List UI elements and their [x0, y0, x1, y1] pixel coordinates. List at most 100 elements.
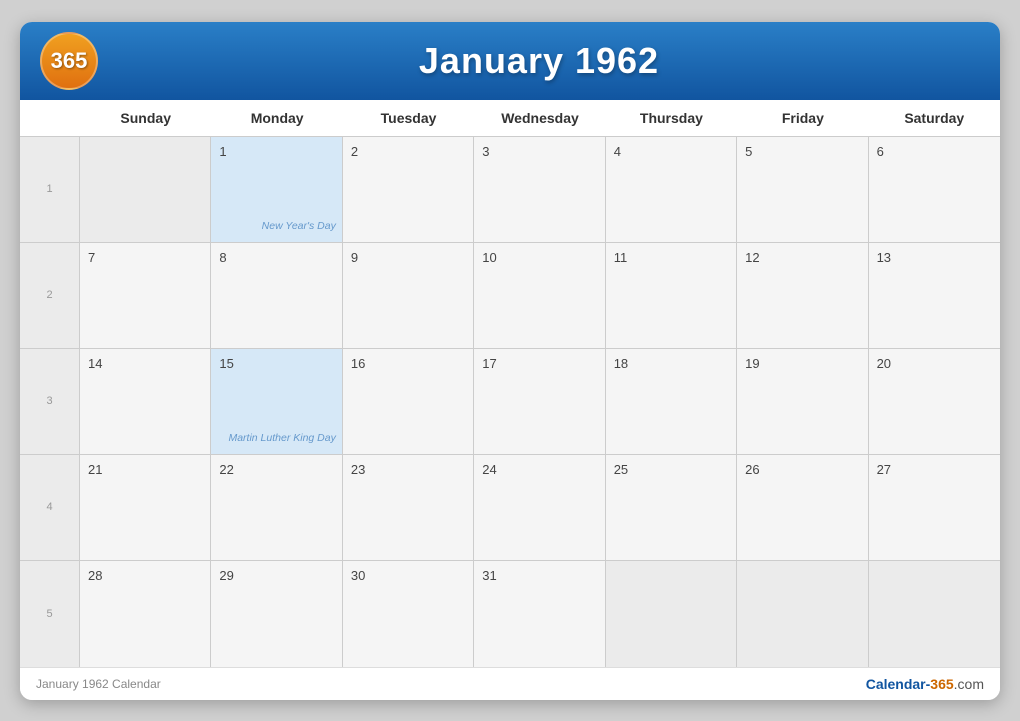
day-cell-jan-11[interactable]: 11 — [606, 243, 737, 348]
day-number: 17 — [482, 356, 496, 371]
week-num-1: 1 — [20, 137, 80, 242]
day-cell-jan-20[interactable]: 20 — [869, 349, 1000, 454]
day-cell-empty-3 — [737, 561, 868, 667]
week-num-2: 2 — [20, 243, 80, 348]
calendar-row-1: 1 1 New Year's Day 2 3 4 5 — [20, 137, 1000, 243]
footer-brand-365: 365 — [930, 676, 953, 692]
day-number: 8 — [219, 250, 226, 265]
day-number: 26 — [745, 462, 759, 477]
day-cell-jan-2[interactable]: 2 — [343, 137, 474, 242]
calendar-row-4: 4 21 22 23 24 25 26 — [20, 455, 1000, 561]
calendar-row-5: 5 28 29 30 31 — [20, 561, 1000, 667]
day-number: 13 — [877, 250, 891, 265]
logo-text: 365 — [51, 48, 88, 74]
day-number: 15 — [219, 356, 233, 371]
day-number: 22 — [219, 462, 233, 477]
week-num-3: 3 — [20, 349, 80, 454]
day-number: 28 — [88, 568, 102, 583]
footer-brand-dotcom: .com — [954, 676, 984, 692]
calendar-title: January 1962 — [98, 40, 980, 82]
day-cell-jan-8[interactable]: 8 — [211, 243, 342, 348]
day-cell-jan-27[interactable]: 27 — [869, 455, 1000, 560]
day-cell-jan-6[interactable]: 6 — [869, 137, 1000, 242]
week-num-4: 4 — [20, 455, 80, 560]
day-cell-jan-12[interactable]: 12 — [737, 243, 868, 348]
day-cell-jan-13[interactable]: 13 — [869, 243, 1000, 348]
day-cell-jan-18[interactable]: 18 — [606, 349, 737, 454]
day-cell-jan-23[interactable]: 23 — [343, 455, 474, 560]
day-number: 4 — [614, 144, 621, 159]
day-header-sunday: Sunday — [80, 100, 211, 136]
day-cell-jan-24[interactable]: 24 — [474, 455, 605, 560]
calendar-body: Sunday Monday Tuesday Wednesday Thursday… — [20, 100, 1000, 667]
day-header-friday: Friday — [737, 100, 868, 136]
day-header-wednesday: Wednesday — [474, 100, 605, 136]
day-number: 10 — [482, 250, 496, 265]
day-number: 31 — [482, 568, 496, 583]
day-number: 24 — [482, 462, 496, 477]
day-cell-jan-26[interactable]: 26 — [737, 455, 868, 560]
day-number: 2 — [351, 144, 358, 159]
day-number: 30 — [351, 568, 365, 583]
day-number: 3 — [482, 144, 489, 159]
day-cell-empty-2 — [606, 561, 737, 667]
day-cell-jan-1[interactable]: 1 New Year's Day — [211, 137, 342, 242]
day-number: 1 — [219, 144, 226, 159]
week-num-5: 5 — [20, 561, 80, 667]
day-cell-jan-29[interactable]: 29 — [211, 561, 342, 667]
day-cell-jan-10[interactable]: 10 — [474, 243, 605, 348]
day-number: 21 — [88, 462, 102, 477]
calendar-footer: January 1962 Calendar Calendar-365.com — [20, 667, 1000, 700]
calendar-row-2: 2 7 8 9 10 11 12 — [20, 243, 1000, 349]
day-number: 25 — [614, 462, 628, 477]
day-cell-jan-7[interactable]: 7 — [80, 243, 211, 348]
day-number: 7 — [88, 250, 95, 265]
day-headers: Sunday Monday Tuesday Wednesday Thursday… — [20, 100, 1000, 137]
day-number: 20 — [877, 356, 891, 371]
day-number: 23 — [351, 462, 365, 477]
calendar-wrapper: 365 January 1962 Sunday Monday Tuesday W… — [20, 22, 1000, 700]
holiday-name-new-years: New Year's Day — [262, 220, 336, 234]
day-header-thursday: Thursday — [606, 100, 737, 136]
day-cell-jan-31[interactable]: 31 — [474, 561, 605, 667]
day-cell-jan-9[interactable]: 9 — [343, 243, 474, 348]
day-number: 5 — [745, 144, 752, 159]
footer-brand-calendar: Calendar- — [866, 676, 931, 692]
day-number: 16 — [351, 356, 365, 371]
day-cell-empty-1 — [80, 137, 211, 242]
day-number: 29 — [219, 568, 233, 583]
day-cell-jan-25[interactable]: 25 — [606, 455, 737, 560]
day-header-tuesday: Tuesday — [343, 100, 474, 136]
day-number: 18 — [614, 356, 628, 371]
day-cell-jan-15[interactable]: 15 Martin Luther King Day — [211, 349, 342, 454]
logo-badge: 365 — [40, 32, 98, 90]
day-number: 19 — [745, 356, 759, 371]
week-num-spacer — [20, 100, 80, 136]
day-cell-jan-3[interactable]: 3 — [474, 137, 605, 242]
day-cell-jan-30[interactable]: 30 — [343, 561, 474, 667]
day-header-monday: Monday — [211, 100, 342, 136]
day-cell-jan-22[interactable]: 22 — [211, 455, 342, 560]
calendar-header: 365 January 1962 — [20, 22, 1000, 100]
day-number: 27 — [877, 462, 891, 477]
day-number: 11 — [614, 250, 628, 265]
calendar-row-3: 3 14 15 Martin Luther King Day 16 17 18 — [20, 349, 1000, 455]
day-cell-empty-4 — [869, 561, 1000, 667]
calendar-grid: 1 1 New Year's Day 2 3 4 5 — [20, 137, 1000, 667]
day-header-saturday: Saturday — [869, 100, 1000, 136]
holiday-name-mlk: Martin Luther King Day — [228, 432, 335, 446]
day-cell-jan-21[interactable]: 21 — [80, 455, 211, 560]
day-number: 6 — [877, 144, 884, 159]
footer-brand: Calendar-365.com — [866, 676, 984, 692]
day-cell-jan-14[interactable]: 14 — [80, 349, 211, 454]
day-number: 9 — [351, 250, 358, 265]
day-cell-jan-28[interactable]: 28 — [80, 561, 211, 667]
day-number: 14 — [88, 356, 102, 371]
day-number: 12 — [745, 250, 759, 265]
day-cell-jan-4[interactable]: 4 — [606, 137, 737, 242]
day-cell-jan-17[interactable]: 17 — [474, 349, 605, 454]
day-cell-jan-19[interactable]: 19 — [737, 349, 868, 454]
day-cell-jan-16[interactable]: 16 — [343, 349, 474, 454]
day-cell-jan-5[interactable]: 5 — [737, 137, 868, 242]
footer-label: January 1962 Calendar — [36, 677, 161, 691]
